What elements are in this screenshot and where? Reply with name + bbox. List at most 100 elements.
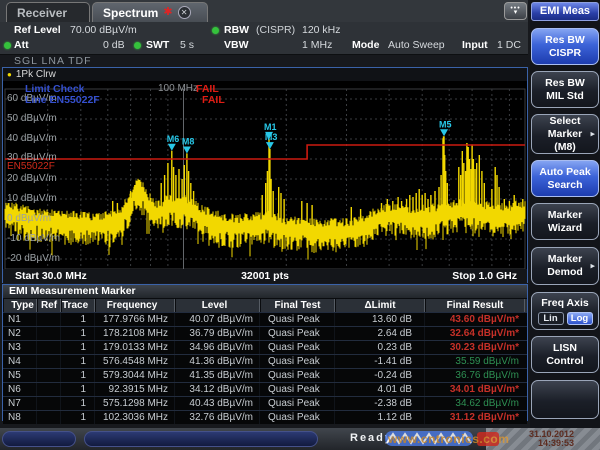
softkey-select-marker[interactable]: Select Marker (M8) ▸ [531, 114, 599, 154]
cell-final-test: Quasi Peak [260, 411, 335, 424]
table-row[interactable]: N81102.3036 MHz32.76 dBµV/mQuasi Peak1.1… [3, 410, 527, 424]
col-type: Type [3, 299, 37, 312]
close-tab-icon[interactable]: ✕ [178, 6, 191, 19]
status-flags: SGL LNA TDF [14, 55, 92, 67]
cell-final-result: 31.12 dBµV/m* [425, 411, 525, 424]
cell-trace: 1 [61, 411, 95, 424]
swt-value[interactable]: 5 s [180, 39, 194, 51]
softkey-label: MIL Std [532, 90, 598, 103]
spectrum-plot[interactable]: M6M8M1M3M5 60 dBµV/m 50 dBµV/m 40 dBµV/m… [3, 81, 527, 269]
col-ref: Ref [37, 299, 61, 312]
cell-final-result: 32.64 dBµV/m* [425, 327, 525, 340]
y-axis-label: 40 dBµV/m [7, 133, 57, 144]
cell-ref [37, 411, 61, 424]
cell-trace: 1 [61, 341, 95, 354]
svg-text:M8: M8 [182, 136, 195, 146]
cell-level: 32.76 dBµV/m [175, 411, 260, 424]
softkey-label: Marker [532, 128, 598, 141]
tab-spectrum[interactable]: Spectrum ✱ ✕ [92, 2, 208, 22]
softkey-label: (M8) [532, 141, 598, 154]
softkey-lisn-control[interactable]: LISN Control [531, 336, 599, 373]
cell-final-result: 43.60 dBµV/m* [425, 313, 525, 326]
swt-led-icon [134, 42, 141, 49]
trace-dot-icon: ● [7, 71, 12, 79]
cell-final-test: Quasi Peak [260, 397, 335, 410]
col-delta-limit: ΔLimit [335, 299, 425, 312]
cell-delta-limit: -0.24 dB [335, 369, 425, 382]
cell-ref [37, 355, 61, 368]
table-row[interactable]: N31179.0133 MHz34.96 dBµV/mQuasi Peak0.2… [3, 340, 527, 354]
freq-axis-log-toggle[interactable]: Log [567, 312, 593, 325]
vbw-value[interactable]: 1 MHz [302, 39, 332, 51]
softkey-label: Freq Axis [532, 297, 598, 310]
cell-trace: 1 [61, 369, 95, 382]
cell-type: N4 [3, 355, 37, 368]
cell-frequency: 177.9766 MHz [95, 313, 175, 326]
att-value[interactable]: 0 dB [103, 39, 125, 51]
table-row[interactable]: N51579.3044 MHz41.35 dBµV/mQuasi Peak-0.… [3, 368, 527, 382]
cell-delta-limit: 0.23 dB [335, 341, 425, 354]
status-bar: Ready 31.10.2012 14:39:53 www.cntronics.… [0, 428, 600, 450]
table-row[interactable]: N71575.1298 MHz40.43 dBµV/mQuasi Peak-2.… [3, 396, 527, 410]
cell-final-result: 30.23 dBµV/m* [425, 341, 525, 354]
rbw-led-icon [212, 27, 219, 34]
cell-final-test: Quasi Peak [260, 341, 335, 354]
cell-frequency: 102.3036 MHz [95, 411, 175, 424]
table-row[interactable]: N21178.2108 MHz36.79 dBµV/mQuasi Peak2.6… [3, 326, 527, 340]
softkey-menu-title: EMI Meas [531, 2, 599, 21]
settings-header: Ref Level 70.00 dBµV/m RBW (CISPR) 120 k… [0, 22, 528, 55]
cell-frequency: 576.4548 MHz [95, 355, 175, 368]
cell-frequency: 575.1298 MHz [95, 397, 175, 410]
y-axis-label: 20 dBµV/m [7, 173, 57, 184]
mode-value[interactable]: Auto Sweep [388, 39, 445, 51]
softkey-res-bw-cispr[interactable]: Res BW CISPR [531, 28, 599, 65]
cell-trace: 1 [61, 397, 95, 410]
softkey-auto-peak-search[interactable]: Auto Peak Search [531, 160, 599, 197]
softkey-label: Res BW [532, 34, 598, 47]
softkey-label: Demod [532, 266, 598, 279]
datetime-panel: 31.10.2012 14:39:53 [486, 428, 600, 450]
cell-delta-limit: 2.64 dB [335, 327, 425, 340]
x-axis-row: Start 30.0 MHz 32001 pts Stop 1.0 GHz [3, 269, 527, 283]
cell-trace: 1 [61, 327, 95, 340]
input-value[interactable]: 1 DC [497, 39, 521, 51]
limit-line-label: Line EN55022F [25, 94, 100, 106]
softkey-label: Control [532, 355, 598, 368]
freq-axis-lin-toggle[interactable]: Lin [538, 312, 564, 325]
ref-level-value[interactable]: 70.00 dBµV/m [70, 24, 137, 36]
softkey-marker-demod[interactable]: Marker Demod ▸ [531, 247, 599, 285]
status-time: 14:39:53 [486, 439, 574, 448]
tab-bar: Receiver Spectrum ✱ ✕ ••• ▾ [0, 0, 528, 22]
cell-delta-limit: -1.41 dB [335, 355, 425, 368]
softkey-marker-wizard[interactable]: Marker Wizard [531, 203, 599, 240]
softkey-empty[interactable] [531, 380, 599, 419]
tab-receiver[interactable]: Receiver [6, 2, 90, 22]
limit-line-result: FAIL [202, 94, 225, 106]
cell-level: 34.96 dBµV/m [175, 341, 260, 354]
table-row[interactable]: N6192.3915 MHz34.12 dBµV/mQuasi Peak4.01… [3, 382, 527, 396]
table-row[interactable]: N41576.4548 MHz41.36 dBµV/mQuasi Peak-1.… [3, 354, 527, 368]
softkey-res-bw-mil-std[interactable]: Res BW MIL Std [531, 71, 599, 108]
statusbar-button[interactable] [2, 431, 76, 447]
softkey-label: Select [532, 115, 598, 128]
rbw-value[interactable]: 120 kHz [302, 24, 341, 36]
cell-final-test: Quasi Peak [260, 313, 335, 326]
table-title: EMI Measurement Marker [3, 285, 527, 298]
cell-final-result: 36.76 dBµV/m [425, 369, 525, 382]
cell-final-test: Quasi Peak [260, 383, 335, 396]
rbw-label: RBW [224, 24, 249, 36]
table-row[interactable]: N11177.9766 MHz40.07 dBµV/mQuasi Peak13.… [3, 312, 527, 326]
cell-final-test: Quasi Peak [260, 369, 335, 382]
display-menu-button[interactable]: ••• ▾ [504, 2, 527, 20]
cell-level: 36.79 dBµV/m [175, 327, 260, 340]
softkey-label: Res BW [532, 77, 598, 90]
cell-level: 41.36 dBµV/m [175, 355, 260, 368]
att-led-icon [4, 42, 11, 49]
cell-trace: 1 [61, 313, 95, 326]
emi-marker-table: EMI Measurement Marker Type Ref Trace Fr… [2, 284, 528, 421]
col-final-test: Final Test [260, 299, 335, 312]
cell-type: N8 [3, 411, 37, 424]
statusbar-button[interactable] [84, 431, 318, 447]
softkey-freq-axis[interactable]: Freq Axis Lin Log [531, 292, 599, 330]
col-level: Level [175, 299, 260, 312]
